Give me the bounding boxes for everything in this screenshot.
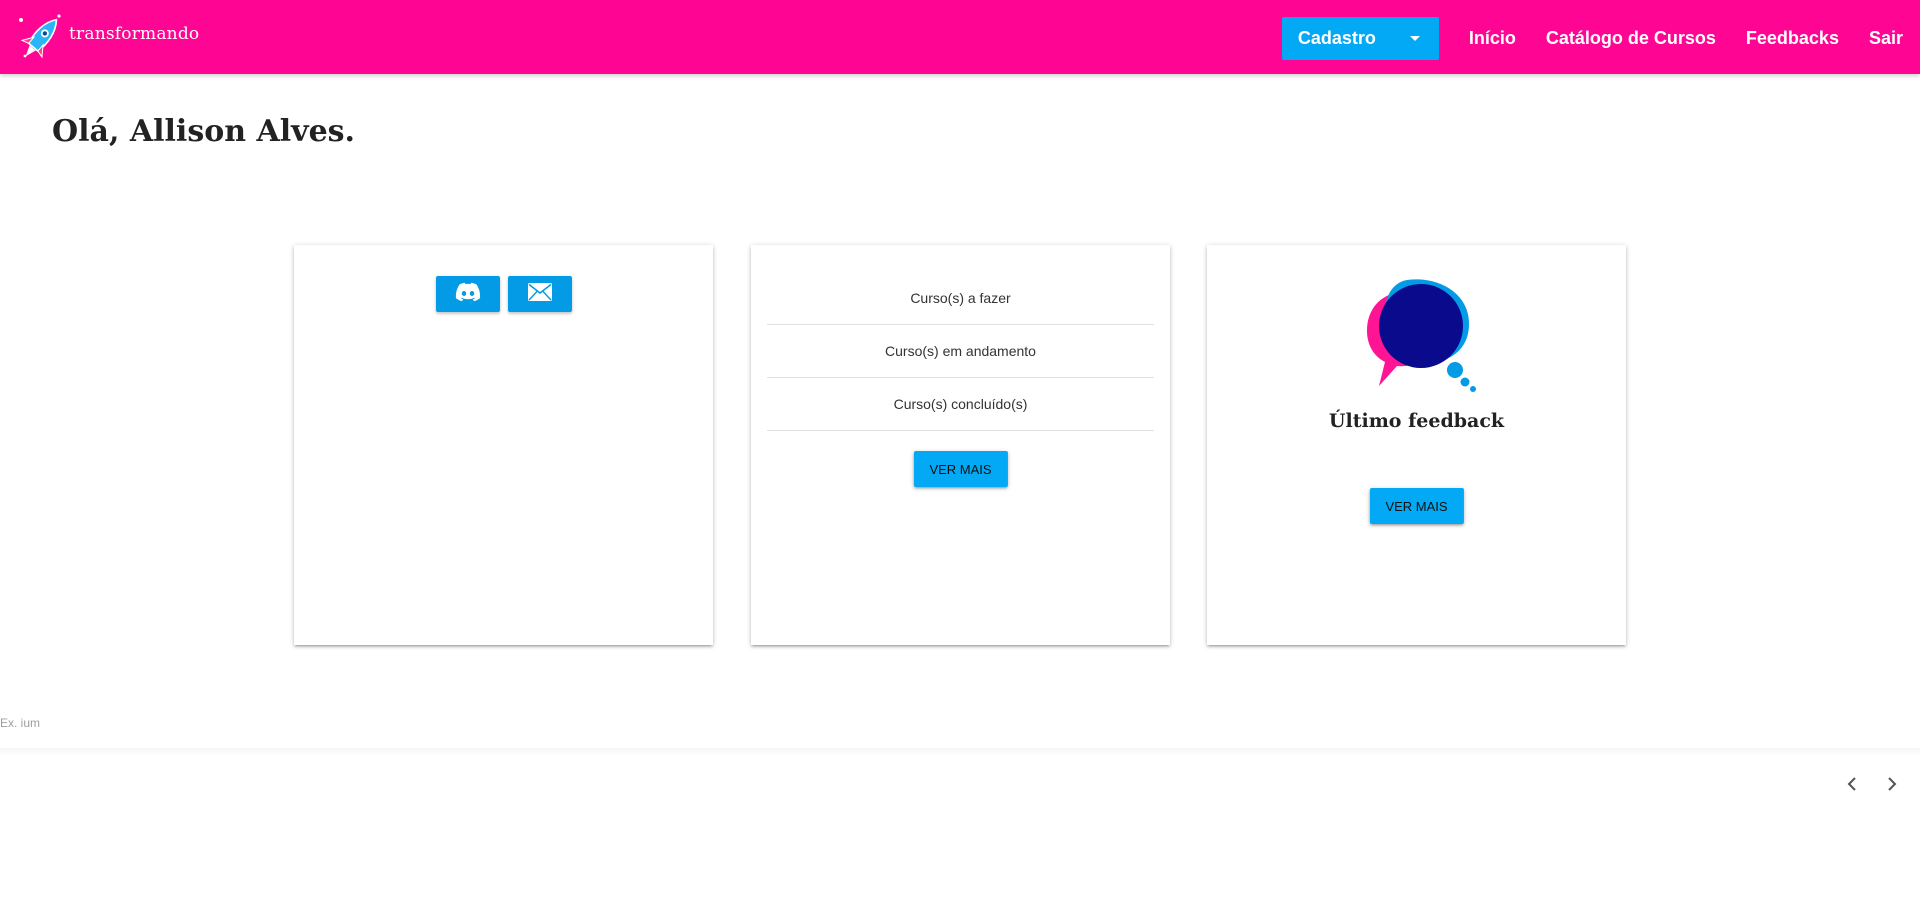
caret-down-icon: [1409, 35, 1420, 41]
discord-icon: [455, 282, 481, 307]
social-card: [294, 245, 713, 645]
nav-link-catalogo[interactable]: Catálogo de Cursos: [1546, 28, 1716, 49]
top-navbar: transformando Cadastro Início Catálogo d…: [0, 0, 1920, 74]
discord-button[interactable]: [435, 276, 500, 312]
course-item-in-progress[interactable]: Curso(s) em andamento: [767, 325, 1154, 378]
course-status-list: Curso(s) a fazer Curso(s) em andamento C…: [767, 272, 1154, 431]
footer-hint-text: Ex. ium: [0, 716, 41, 730]
course-item-to-do[interactable]: Curso(s) a fazer: [767, 272, 1154, 325]
nav-link-inicio[interactable]: Início: [1469, 28, 1516, 49]
courses-card: Curso(s) a fazer Curso(s) em andamento C…: [751, 245, 1170, 645]
page-greeting: Olá, Allison Alves.: [52, 114, 356, 149]
brand-name: transformando: [69, 24, 200, 44]
brand-logo[interactable]: transformando: [15, 10, 199, 66]
rocket-icon: [15, 10, 67, 66]
speech-bubbles-icon: [1357, 276, 1477, 399]
cadastro-label: Cadastro: [1297, 27, 1376, 48]
chevron-left-icon[interactable]: [1840, 772, 1864, 796]
footer-divider: [0, 748, 1920, 756]
feedback-ver-mais-button[interactable]: VER MAIS: [1369, 488, 1464, 524]
last-feedback-title: Último feedback: [1328, 410, 1505, 432]
nav-link-feedbacks[interactable]: Feedbacks: [1746, 28, 1839, 49]
mail-icon: [527, 282, 553, 307]
chevron-right-icon[interactable]: [1880, 772, 1904, 796]
course-item-completed[interactable]: Curso(s) concluído(s): [767, 378, 1154, 431]
courses-ver-mais-button[interactable]: VER MAIS: [913, 451, 1008, 487]
cadastro-dropdown[interactable]: Cadastro: [1281, 16, 1439, 60]
feedback-card: Último feedback VER MAIS: [1207, 245, 1626, 645]
nav-link-sair[interactable]: Sair: [1869, 28, 1903, 49]
email-button[interactable]: [507, 276, 572, 312]
